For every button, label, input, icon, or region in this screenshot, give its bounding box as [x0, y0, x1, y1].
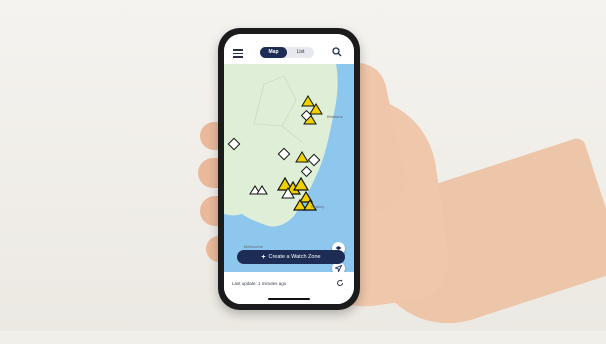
tab-list[interactable]: List: [287, 47, 314, 58]
home-indicator: [268, 298, 310, 300]
create-watch-zone-button[interactable]: + Create a Watch Zone: [237, 250, 345, 264]
map-label-melbourne: Melbourne: [244, 244, 263, 249]
top-bar: Map List: [224, 34, 354, 64]
footer: Last update: 1 minutes ago: [224, 272, 354, 304]
search-icon[interactable]: [332, 47, 342, 57]
phone: Map List Brisbane Sydney Melbourne + Cre…: [218, 28, 360, 310]
view-toggle: Map List: [260, 47, 314, 58]
create-watch-zone-label: Create a Watch Zone: [268, 254, 321, 260]
plus-icon: +: [261, 253, 266, 261]
menu-icon[interactable]: [233, 49, 243, 58]
tab-map[interactable]: Map: [260, 47, 287, 58]
map-label-brisbane: Brisbane: [327, 114, 343, 119]
phone-screen: Map List Brisbane Sydney Melbourne + Cre…: [224, 34, 354, 304]
refresh-icon[interactable]: [336, 279, 344, 287]
location-arrow-icon: [335, 265, 342, 272]
map-view[interactable]: Brisbane Sydney Melbourne: [224, 64, 354, 272]
map-label-sydney: Sydney: [311, 204, 325, 209]
last-updated-text: Last update: 1 minutes ago: [232, 281, 287, 286]
